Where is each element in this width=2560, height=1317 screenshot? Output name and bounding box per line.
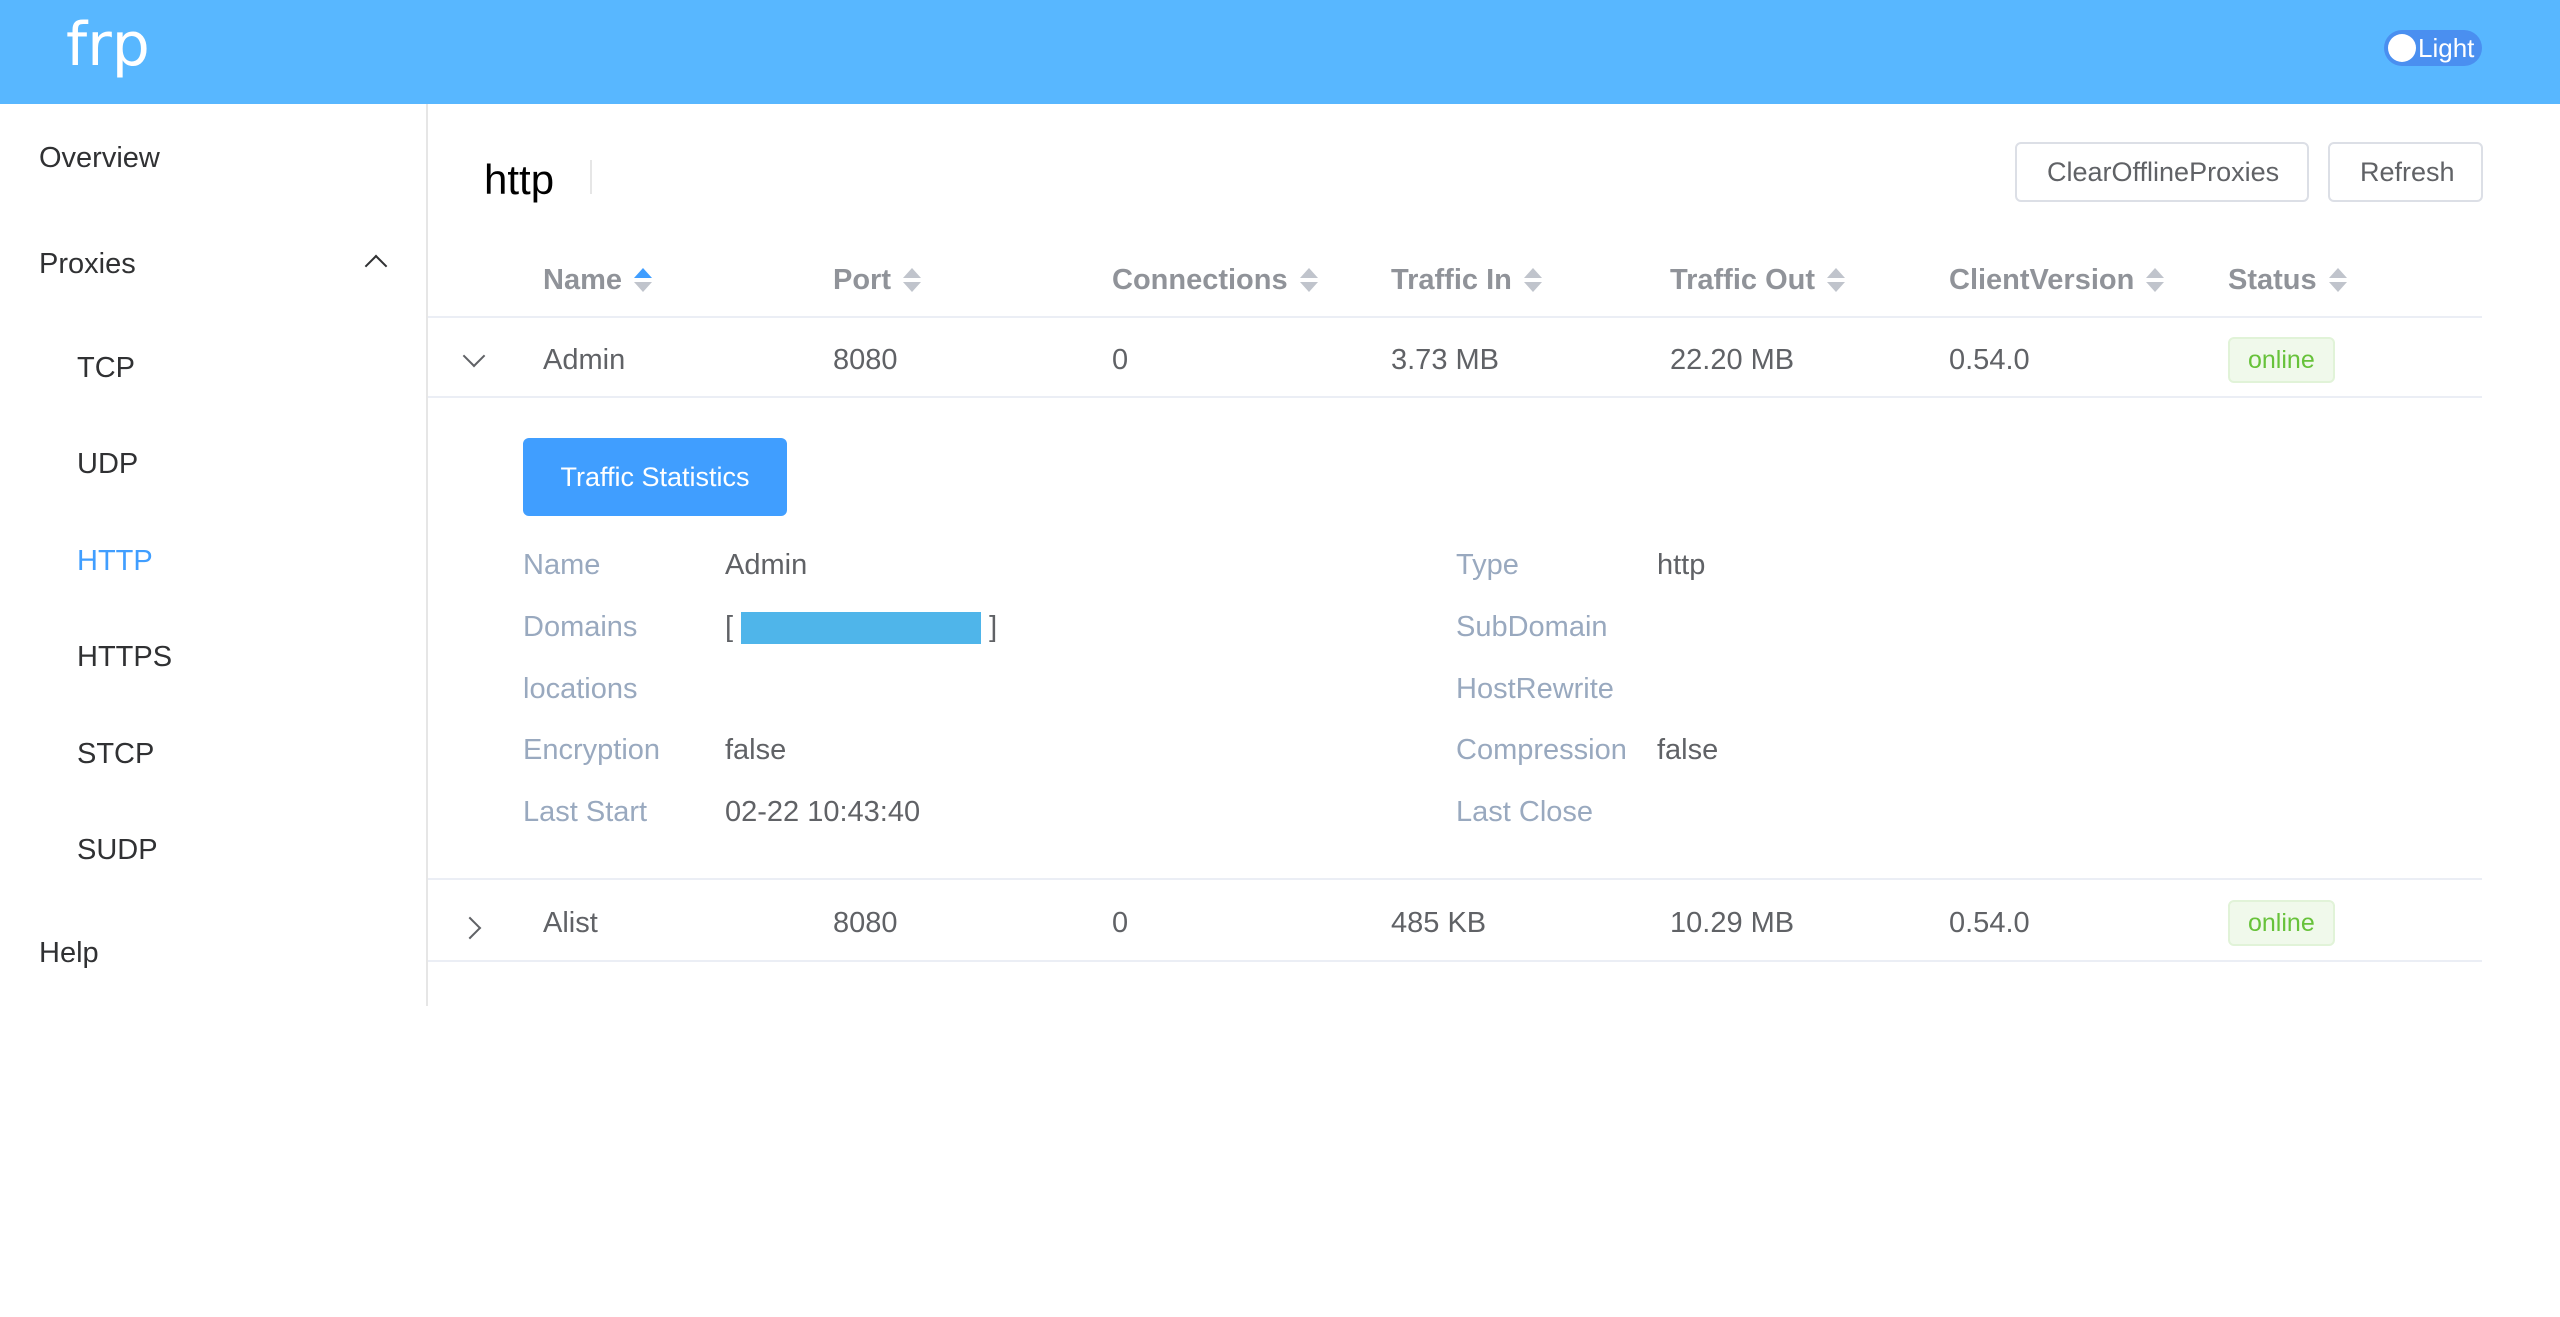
title-divider	[590, 160, 592, 194]
sidebar-item-help[interactable]: Help	[39, 933, 99, 973]
row-client-version: 0.54.0	[1949, 344, 2030, 376]
detail-label-last-start: Last Start	[523, 796, 648, 828]
chevron-down-icon[interactable]	[462, 344, 486, 368]
row-connections: 0	[1112, 344, 1129, 376]
detail-value-encryption: false	[725, 734, 787, 766]
sidebar-item-stcp[interactable]: STCP	[77, 734, 154, 774]
brand-logo[interactable]: frp	[66, 10, 150, 80]
detail-value-name: Admin	[725, 549, 808, 581]
row-connections: 0	[1112, 907, 1129, 939]
row-name: Alist	[543, 907, 598, 939]
sidebar-item-https[interactable]: HTTPS	[77, 637, 172, 677]
sidebar-item-tcp[interactable]: TCP	[77, 348, 135, 388]
clear-offline-proxies-button[interactable]: ClearOfflineProxies	[2015, 142, 2309, 202]
sidebar-item-overview[interactable]: Overview	[39, 138, 160, 178]
row-port: 8080	[833, 344, 898, 376]
column-header-status[interactable]: Status	[2228, 260, 2347, 300]
detail-value-last-start: 02-22 10:43:40	[725, 796, 921, 828]
table-divider	[428, 316, 2482, 318]
column-header-traffic-in[interactable]: Traffic In	[1391, 260, 1542, 300]
sidebar-item-proxies[interactable]: Proxies	[39, 244, 136, 284]
sort-icon[interactable]	[2328, 266, 2347, 294]
sidebar-item-sudp[interactable]: SUDP	[77, 830, 158, 870]
refresh-button[interactable]: Refresh	[2328, 142, 2483, 202]
detail-label-compression: Compression	[1456, 734, 1627, 766]
theme-toggle[interactable]: Light	[2384, 30, 2482, 66]
column-header-traffic-out[interactable]: Traffic Out	[1670, 260, 1846, 300]
table-divider	[428, 396, 2482, 398]
row-traffic-in: 3.73 MB	[1391, 344, 1499, 376]
row-port: 8080	[833, 907, 898, 939]
detail-label-name: Name	[523, 549, 601, 581]
sidebar: Overview Proxies TCP UDP HTTP HTTPS STCP…	[0, 104, 428, 1006]
status-badge: online	[2228, 900, 2335, 946]
sort-icon[interactable]	[1299, 266, 1318, 294]
detail-label-last-close: Last Close	[1456, 796, 1594, 828]
page-title: http	[484, 156, 555, 203]
toggle-knob	[2388, 34, 2416, 62]
chevron-right-icon[interactable]	[458, 916, 482, 940]
top-header: frp Light	[0, 0, 2560, 104]
row-name: Admin	[543, 344, 626, 376]
row-traffic-in: 485 KB	[1391, 907, 1487, 939]
main-content: http ClearOfflineProxies Refresh Name Po…	[428, 104, 2560, 1317]
sidebar-item-udp[interactable]: UDP	[77, 444, 138, 484]
detail-value-type: http	[1657, 549, 1706, 581]
detail-label-type: Type	[1456, 549, 1519, 581]
sort-icon[interactable]	[1523, 266, 1542, 294]
status-badge: online	[2228, 337, 2335, 383]
sort-icon[interactable]	[1827, 266, 1846, 294]
column-header-connections[interactable]: Connections	[1112, 260, 1318, 300]
sort-icon[interactable]	[903, 266, 921, 294]
detail-value-domains: []	[725, 611, 998, 645]
row-traffic-out: 22.20 MB	[1670, 344, 1795, 376]
traffic-statistics-button[interactable]: Traffic Statistics	[523, 438, 787, 516]
detail-label-hostrewrite: HostRewrite	[1456, 673, 1614, 705]
column-header-name[interactable]: Name	[543, 260, 652, 300]
chevron-up-icon[interactable]	[364, 254, 388, 278]
detail-value-compression: false	[1657, 734, 1719, 766]
row-traffic-out: 10.29 MB	[1670, 907, 1795, 939]
table-divider	[428, 960, 2482, 962]
column-header-port[interactable]: Port	[833, 260, 921, 300]
sidebar-item-http[interactable]: HTTP	[77, 541, 153, 581]
detail-label-domains: Domains	[523, 611, 638, 643]
row-client-version: 0.54.0	[1949, 907, 2030, 939]
sort-icon[interactable]	[2146, 266, 2165, 294]
column-header-client-version[interactable]: ClientVersion	[1949, 260, 2165, 300]
detail-label-locations: locations	[523, 673, 638, 705]
table-divider	[428, 878, 2482, 880]
detail-label-subdomain: SubDomain	[1456, 611, 1608, 643]
detail-label-encryption: Encryption	[523, 734, 661, 766]
redacted-domain	[741, 612, 982, 645]
theme-label: Light	[2418, 33, 2475, 63]
sort-icon[interactable]	[634, 266, 652, 294]
